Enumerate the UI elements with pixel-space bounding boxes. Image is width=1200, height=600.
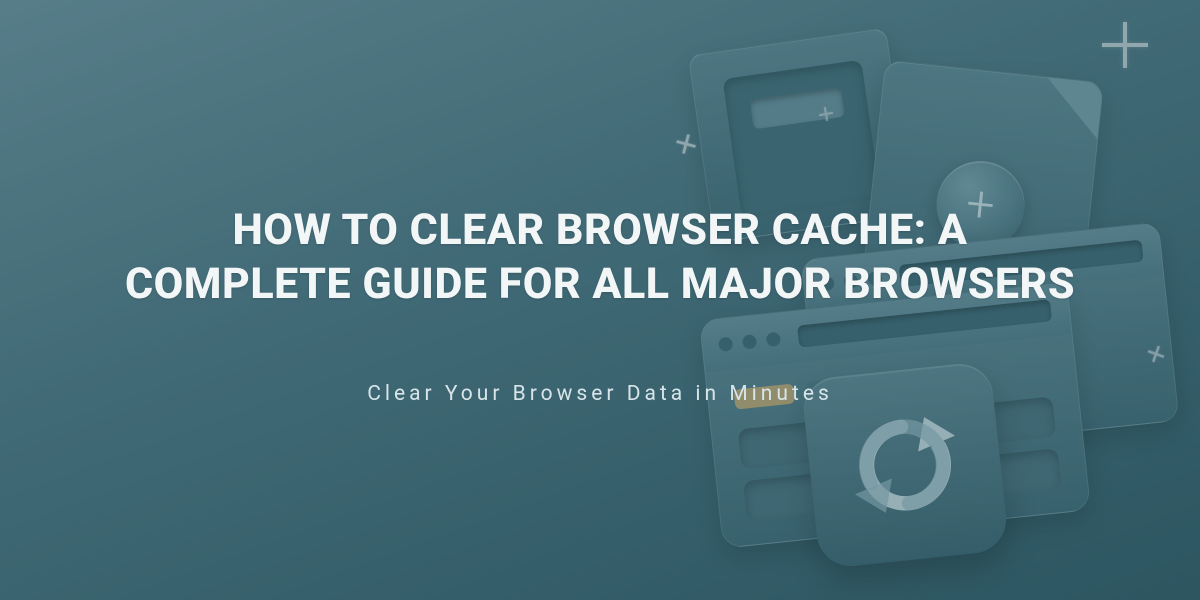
page-subtitle: Clear Your Browser Data in Minutes bbox=[367, 382, 833, 406]
hero-banner: + bbox=[0, 0, 1200, 600]
hero-content: HOW TO CLEAR BROWSER CACHE: A COMPLETE G… bbox=[0, 0, 1200, 600]
page-title: HOW TO CLEAR BROWSER CACHE: A COMPLETE G… bbox=[120, 204, 1080, 312]
